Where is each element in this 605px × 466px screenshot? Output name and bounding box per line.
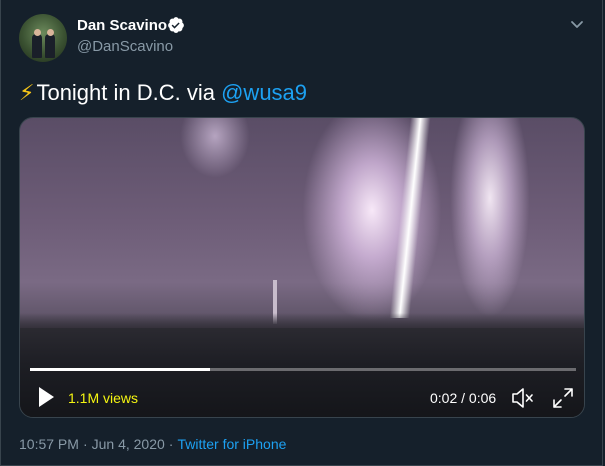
view-count: 1.1M views <box>68 390 139 406</box>
tweet-text: ⚡Tonight in D.C. via @wusa9 <box>19 80 307 106</box>
display-name[interactable]: Dan Scavino <box>77 17 167 34</box>
fullscreen-icon[interactable] <box>552 387 574 409</box>
tweet-footer: 10:57 PM · Jun 4, 2020 · Twitter for iPhone <box>19 436 286 452</box>
lightning-emoji-icon: ⚡ <box>19 80 35 105</box>
verified-badge-icon <box>168 17 184 33</box>
volume-muted-icon[interactable] <box>511 387 535 409</box>
tweet-card: Dan Scavino @DanScavino ⚡Tonight in D.C.… <box>0 0 603 466</box>
video-lightning-glow-left <box>180 118 250 178</box>
mention-link[interactable]: @wusa9 <box>221 80 307 105</box>
video-player[interactable]: 1.1M views 0:02 / 0:06 <box>19 117 585 418</box>
tweet-time[interactable]: 10:57 PM <box>19 436 79 452</box>
username[interactable]: @DanScavino <box>77 38 173 55</box>
play-icon[interactable] <box>37 386 55 408</box>
avatar-head-left <box>33 29 41 36</box>
avatar-figure-right <box>45 34 55 58</box>
tweet-source-link[interactable]: Twitter for iPhone <box>177 436 286 452</box>
video-progress-fill <box>30 368 211 371</box>
avatar-figure-left <box>32 34 42 58</box>
tweet-date[interactable]: Jun 4, 2020 <box>92 436 165 452</box>
footer-separator-2: · <box>168 436 174 452</box>
avatar[interactable] <box>19 14 67 62</box>
footer-separator: · <box>82 436 88 452</box>
video-time: 0:02 / 0:06 <box>430 390 497 406</box>
video-progress-bar[interactable] <box>30 368 576 371</box>
video-lightning-glow-right <box>450 118 530 318</box>
chevron-down-icon[interactable] <box>567 14 587 34</box>
avatar-head-right <box>46 29 54 36</box>
tweet-body: Tonight in D.C. via <box>36 80 222 105</box>
